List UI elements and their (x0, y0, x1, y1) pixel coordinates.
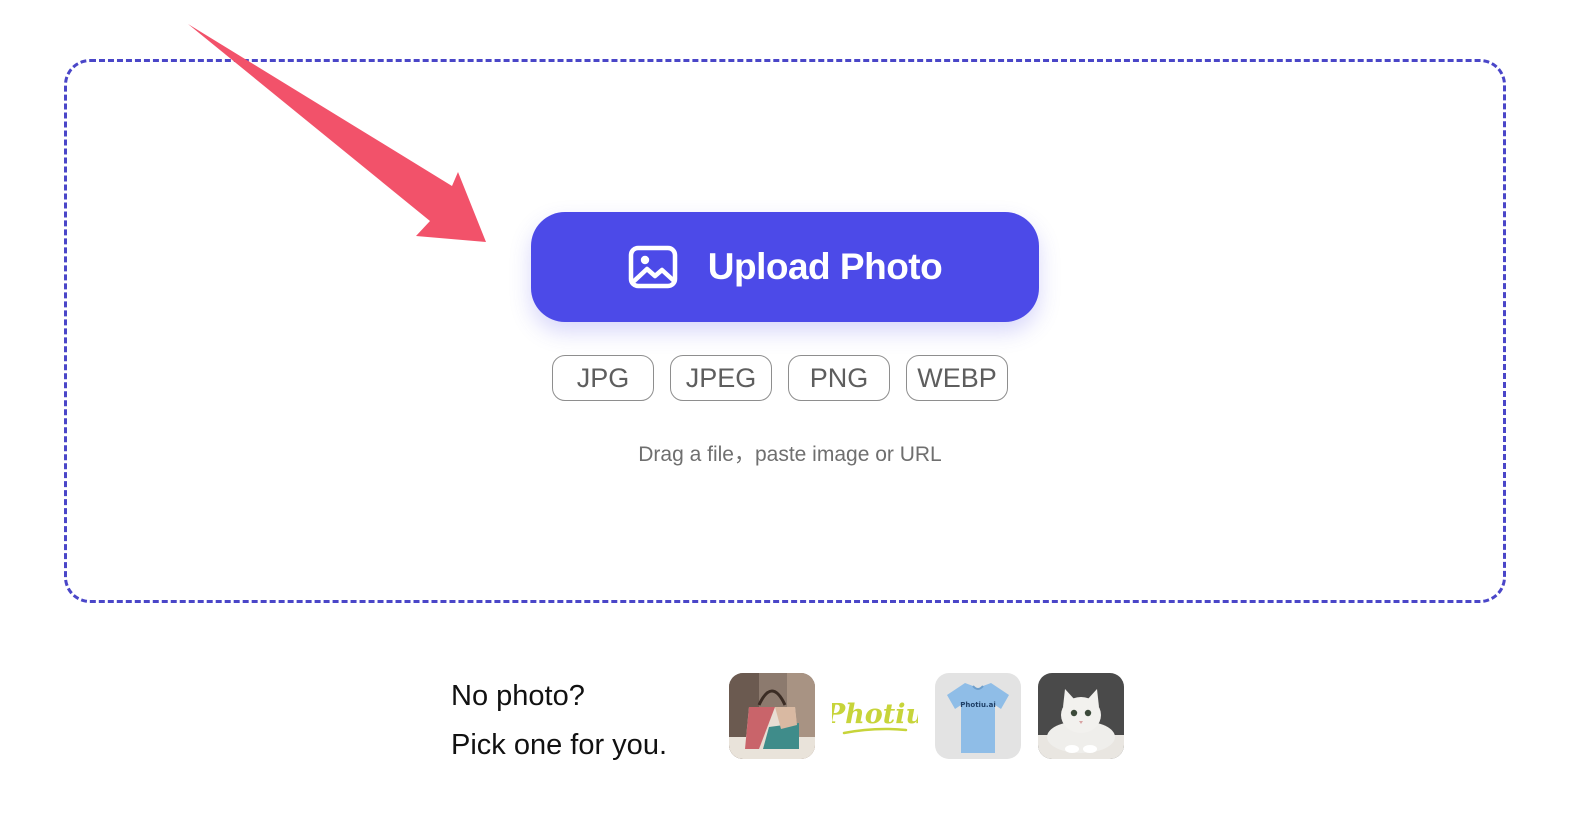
drag-paste-hint: Drag a file，paste image or URL (638, 443, 942, 466)
cat-image (1038, 673, 1124, 759)
handbag-image (729, 673, 815, 759)
tshirt-image: Photiu.ai (935, 673, 1021, 759)
sample-prompt-line1: No photo? (451, 680, 585, 712)
svg-text:Photiu.ai: Photiu.ai (960, 701, 995, 709)
format-chip-jpeg: JPEG (670, 355, 772, 401)
sample-prompt: No photo? Pick one for you. (451, 672, 667, 770)
sample-cat[interactable] (1038, 673, 1124, 759)
sample-photiu-logo[interactable]: Photiu (832, 673, 918, 759)
sample-tshirt[interactable]: Photiu.ai (935, 673, 1021, 759)
sample-handbag[interactable] (729, 673, 815, 759)
photiu-logo-image: Photiu (832, 673, 918, 759)
format-chip-webp: WEBP (906, 355, 1008, 401)
upload-button-label: Upload Photo (707, 246, 943, 287)
format-chip-jpg: JPG (552, 355, 654, 401)
format-chip-png: PNG (788, 355, 890, 401)
svg-text:Photiu: Photiu (832, 699, 918, 730)
supported-formats: JPG JPEG PNG WEBP (552, 355, 1008, 401)
sample-prompt-line2: Pick one for you. (451, 729, 667, 761)
sample-images: Photiu Photiu.ai (729, 673, 1124, 759)
image-icon (628, 245, 678, 289)
upload-photo-button[interactable]: Upload Photo (531, 212, 1039, 322)
upload-dropzone[interactable] (64, 59, 1506, 603)
